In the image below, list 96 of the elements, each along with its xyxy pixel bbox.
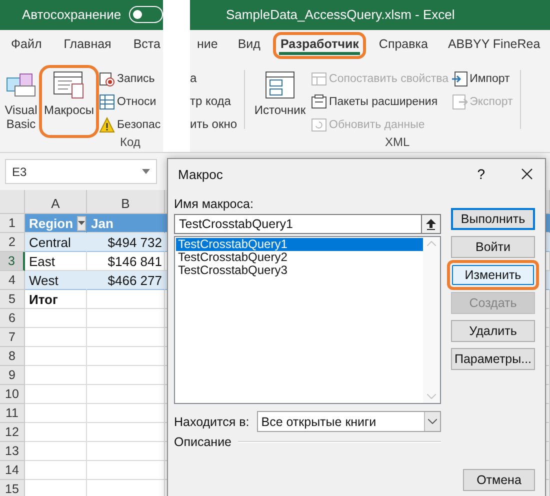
table-cell: Jan bbox=[87, 214, 165, 233]
row-header[interactable]: 14 bbox=[0, 461, 25, 480]
row-header[interactable]: 8 bbox=[0, 347, 25, 366]
list-item[interactable]: TestCrosstabQuery1 bbox=[176, 238, 423, 251]
chevron-up-icon bbox=[427, 241, 436, 246]
field-label: Имя макроса: bbox=[174, 197, 254, 211]
export-icon bbox=[452, 94, 468, 110]
table-cell: East bbox=[25, 252, 87, 271]
field-label: Находится в: bbox=[174, 414, 250, 428]
row-header[interactable]: 11 bbox=[0, 404, 25, 423]
row-header[interactable]: 2 bbox=[0, 233, 25, 252]
expansion-pack-icon bbox=[311, 94, 328, 110]
table-cell bbox=[25, 385, 87, 404]
list-item[interactable]: TestCrosstabQuery2 bbox=[176, 251, 423, 264]
row-header[interactable]: 13 bbox=[0, 442, 25, 461]
source-panel-icon bbox=[264, 70, 296, 100]
ribbon-tab[interactable]: ABBYY FineRea bbox=[440, 32, 548, 60]
ribbon-tab[interactable]: Файл bbox=[4, 32, 49, 60]
chevron-down-icon bbox=[427, 394, 436, 399]
row-header[interactable]: 9 bbox=[0, 366, 25, 385]
dialog-button[interactable]: Параметры... bbox=[451, 348, 535, 370]
table-cell bbox=[25, 404, 87, 423]
ribbon-button[interactable]: а bbox=[190, 68, 238, 89]
location-select[interactable]: Все открытые книги bbox=[257, 411, 441, 432]
ribbon-button[interactable]: Пакеты расширения bbox=[311, 91, 449, 112]
refresh-data-icon bbox=[311, 116, 328, 132]
dialog-button[interactable]: Отмена bbox=[463, 469, 535, 491]
up-arrow-icon bbox=[426, 218, 436, 230]
close-icon bbox=[521, 168, 533, 180]
table-cell bbox=[25, 366, 87, 385]
row-header[interactable]: 7 bbox=[0, 328, 25, 347]
table-cell: West bbox=[25, 271, 87, 290]
window-title: SampleData_AccessQuery.xlsm - Excel bbox=[225, 7, 455, 22]
ribbon-button[interactable]: ить окно bbox=[190, 114, 238, 135]
name-box[interactable]: E3 bbox=[5, 159, 157, 184]
dialog-button[interactable]: Войти bbox=[451, 236, 535, 258]
ribbon-tab[interactable]: Справка bbox=[372, 32, 435, 60]
column-header[interactable]: B bbox=[87, 190, 165, 214]
table-cell: $146 841 bbox=[87, 252, 165, 271]
ribbon-tab[interactable]: ние bbox=[190, 32, 225, 60]
table-cell bbox=[25, 423, 87, 442]
table-cell: $466 277 bbox=[87, 271, 165, 290]
ribbon-button[interactable]: Относи bbox=[99, 91, 161, 112]
group-label: XML bbox=[385, 135, 410, 149]
table-cell bbox=[25, 461, 87, 480]
table-cell: $494 732 bbox=[87, 233, 165, 252]
filter-button[interactable] bbox=[77, 216, 86, 230]
import-icon bbox=[452, 70, 468, 86]
dialog-button[interactable]: Выполнить bbox=[451, 208, 535, 230]
row-header[interactable]: 5 bbox=[0, 290, 25, 309]
ribbon-button[interactable]: Импорт bbox=[452, 68, 513, 89]
row-header[interactable]: 15 bbox=[0, 480, 25, 496]
ribbon-tab[interactable]: Главная bbox=[56, 32, 118, 60]
help-button[interactable]: ? bbox=[473, 166, 489, 182]
row-header[interactable]: 6 bbox=[0, 309, 25, 328]
row-header[interactable]: 1 bbox=[0, 214, 25, 233]
macro-list[interactable]: TestCrosstabQuery1 TestCrosstabQuery2 TestCrosstabQuery3 bbox=[174, 236, 441, 404]
table-cell: Central bbox=[25, 233, 87, 252]
row-header[interactable]: 3 bbox=[0, 252, 25, 271]
list-item[interactable]: TestCrosstabQuery3 bbox=[176, 264, 423, 277]
table-cell bbox=[25, 328, 87, 347]
dialog-button[interactable]: Изменить bbox=[447, 260, 539, 290]
dialog-button[interactable]: Удалить bbox=[451, 320, 535, 342]
caret-icon bbox=[78, 221, 86, 225]
ribbon-button[interactable]: Источник bbox=[252, 68, 308, 135]
row-header[interactable]: 4 bbox=[0, 271, 25, 290]
row-header[interactable]: 12 bbox=[0, 423, 25, 442]
macro-sheet-icon bbox=[52, 70, 86, 100]
table-cell bbox=[25, 347, 87, 366]
scrollbar[interactable] bbox=[423, 237, 440, 403]
upload-button[interactable] bbox=[422, 214, 441, 234]
ribbon-button[interactable]: тр кода bbox=[190, 91, 238, 112]
caret-icon bbox=[142, 169, 150, 174]
ribbon-tab[interactable]: Вид bbox=[230, 32, 268, 60]
ribbon-button[interactable]: Visual Basic bbox=[3, 68, 39, 135]
table-cell bbox=[25, 442, 87, 461]
warning-icon bbox=[99, 116, 115, 132]
cell-text: Region bbox=[29, 216, 74, 230]
ribbon-button[interactable]: Запись bbox=[99, 68, 161, 89]
chevron-down-icon bbox=[428, 419, 437, 424]
section-label: Описание bbox=[174, 435, 232, 449]
dialog-title: Макрос bbox=[178, 166, 224, 182]
group-label: Код bbox=[120, 135, 140, 149]
macro-name-field[interactable]: TestCrosstabQuery1 bbox=[174, 214, 422, 234]
map-properties-icon bbox=[311, 70, 328, 86]
row-header[interactable]: 10 bbox=[0, 385, 25, 404]
column-header[interactable]: A bbox=[25, 190, 87, 214]
table-cell bbox=[25, 309, 87, 328]
autosave-label: Автосохранение bbox=[22, 7, 122, 22]
ribbon-button[interactable]: Безопас bbox=[99, 114, 161, 135]
table-icon bbox=[99, 94, 115, 110]
table-cell: Итог bbox=[25, 290, 87, 309]
ribbon-tab[interactable]: Разработчик bbox=[273, 32, 366, 60]
record-icon bbox=[99, 70, 115, 86]
ribbon-button[interactable]: Макросы bbox=[42, 68, 96, 135]
ribbon-tab[interactable]: Вста bbox=[126, 32, 168, 60]
